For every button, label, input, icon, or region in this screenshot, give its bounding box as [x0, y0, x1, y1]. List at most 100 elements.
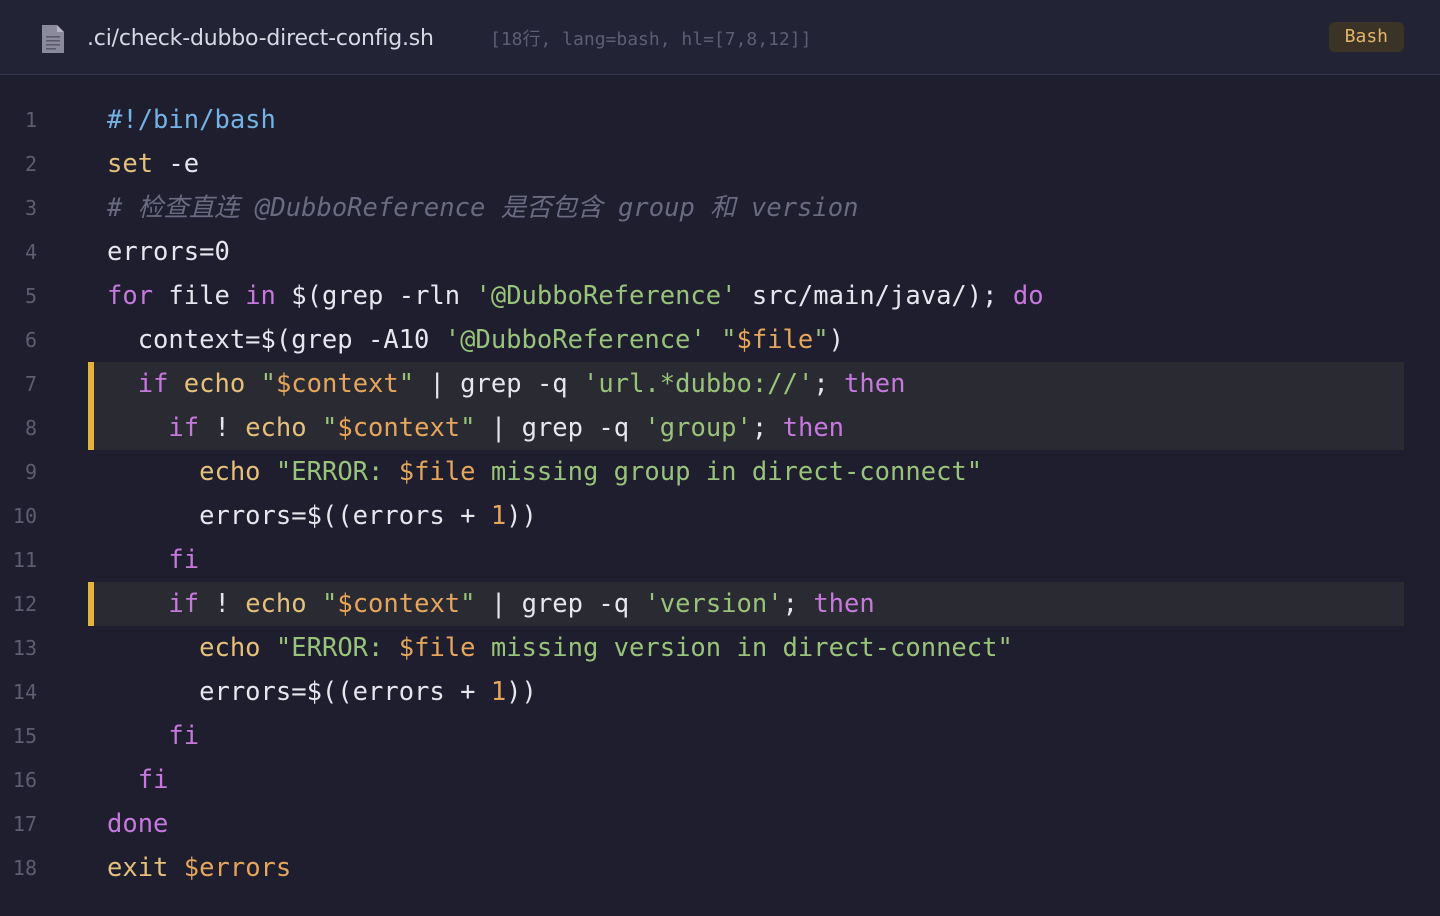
code-token: ": [813, 325, 829, 355]
code-token: missing group in direct-connect": [475, 457, 983, 487]
document-icon: [42, 25, 64, 53]
code-token: context=$(grep -A10: [107, 325, 445, 355]
code-token: errors=$((errors +: [107, 501, 491, 531]
code-token: $file: [398, 633, 476, 663]
code-token: if: [137, 369, 169, 399]
line-number: 3: [24, 196, 37, 220]
line-number: 17: [12, 812, 37, 836]
code-line: 11 fi: [0, 538, 1440, 582]
line-number: 15: [12, 724, 37, 748]
code-token: done: [107, 809, 169, 839]
code-token: echo: [183, 369, 246, 399]
code-viewer: .ci/check-dubbo-direct-config.sh [18行, l…: [0, 0, 1440, 916]
line-source: if echo "$context" | grep -q 'url.*dubbo…: [107, 362, 906, 406]
code-token: !: [199, 413, 246, 443]
code-token: "ERROR:: [275, 633, 399, 663]
line-source: errors=0: [107, 230, 230, 274]
code-token: then: [782, 413, 845, 443]
code-line: 6 context=$(grep -A10 '@DubboReference' …: [0, 318, 1440, 362]
line-source: set -e: [107, 142, 199, 186]
line-number: 13: [12, 636, 37, 660]
code-token: do: [1012, 281, 1044, 311]
code-line: 14 errors=$((errors + 1)): [0, 670, 1440, 714]
code-token: # 检查直连 @DubboReference 是否包含 group 和 vers…: [107, 193, 859, 223]
line-source: for file in $(grep -rln '@DubboReference…: [107, 274, 1044, 318]
line-source: fi: [107, 538, 199, 582]
line-number: 9: [24, 460, 37, 484]
code-token: $context: [337, 589, 461, 619]
code-token: ": [460, 413, 476, 443]
code-token: ": [321, 413, 338, 443]
line-number: 7: [24, 372, 37, 396]
code-line: 10 errors=$((errors + 1)): [0, 494, 1440, 538]
code-token: echo: [199, 457, 261, 487]
code-token: ": [321, 589, 338, 619]
code-token: )): [506, 677, 537, 707]
code-token: file: [153, 281, 246, 311]
line-source: echo "ERROR: $file missing group in dire…: [107, 450, 982, 494]
code-token: | grep -q: [475, 413, 645, 443]
code-token: #!/bin/bash: [107, 105, 276, 135]
code-token: 'url.*dubbo://': [583, 369, 814, 399]
line-number: 8: [24, 416, 37, 440]
code-token: ": [460, 589, 476, 619]
code-token: 1: [490, 501, 507, 531]
file-meta: [18行, lang=bash, hl=[7,8,12]]: [490, 29, 812, 50]
code-token: errors=$((errors +: [107, 677, 491, 707]
code-token: ": [721, 325, 737, 355]
code-token: in: [245, 281, 276, 311]
line-source: # 检查直连 @DubboReference 是否包含 group 和 vers…: [107, 186, 858, 230]
code-token: then: [844, 369, 906, 399]
line-number: 12: [12, 592, 37, 616]
line-source: exit $errors: [107, 846, 291, 890]
code-token: $context: [337, 413, 461, 443]
line-source: if ! echo "$context" | grep -q 'group'; …: [107, 406, 844, 450]
file-header: .ci/check-dubbo-direct-config.sh [18行, l…: [0, 0, 1440, 75]
code-token: $context: [275, 369, 399, 399]
code-line: 2 set -e: [0, 142, 1440, 186]
line-source: done: [107, 802, 168, 846]
code-token: !: [199, 589, 246, 619]
code-token: )): [506, 501, 537, 531]
code-token: '@DubboReference': [475, 281, 737, 311]
line-source: echo "ERROR: $file missing version in di…: [107, 626, 1013, 670]
line-source: fi: [107, 758, 169, 802]
code-line: 16 fi: [0, 758, 1440, 802]
code-token: set: [107, 149, 154, 179]
code-token: echo: [245, 413, 307, 443]
line-number: 6: [24, 328, 37, 352]
language-badge: Bash: [1328, 22, 1404, 52]
code-token: missing version in direct-connect": [475, 633, 1013, 663]
line-number: 16: [12, 768, 37, 792]
code-token: $(grep -rln: [275, 281, 476, 311]
line-number: 18: [12, 856, 37, 880]
code-token: if: [168, 589, 200, 619]
code-line: 15 fi: [0, 714, 1440, 758]
code-token: for: [107, 281, 154, 311]
code-token: src/main/java/);: [736, 281, 1013, 311]
file-path: .ci/check-dubbo-direct-config.sh: [87, 26, 434, 51]
code-token: '@DubboReference': [444, 325, 706, 355]
line-number: 1: [24, 108, 37, 132]
code-line: 8 if ! echo "$context" | grep -q 'group'…: [0, 406, 1440, 450]
code-line: 5 for file in $(grep -rln '@DubboReferenc…: [0, 274, 1440, 318]
code-token: ": [260, 369, 276, 399]
line-source: fi: [107, 714, 199, 758]
code-token: ): [828, 325, 844, 355]
line-number: 5: [24, 284, 37, 308]
code-token: | grep -q: [414, 369, 584, 399]
code-token: $file: [398, 457, 476, 487]
code-token: ;: [782, 589, 814, 619]
